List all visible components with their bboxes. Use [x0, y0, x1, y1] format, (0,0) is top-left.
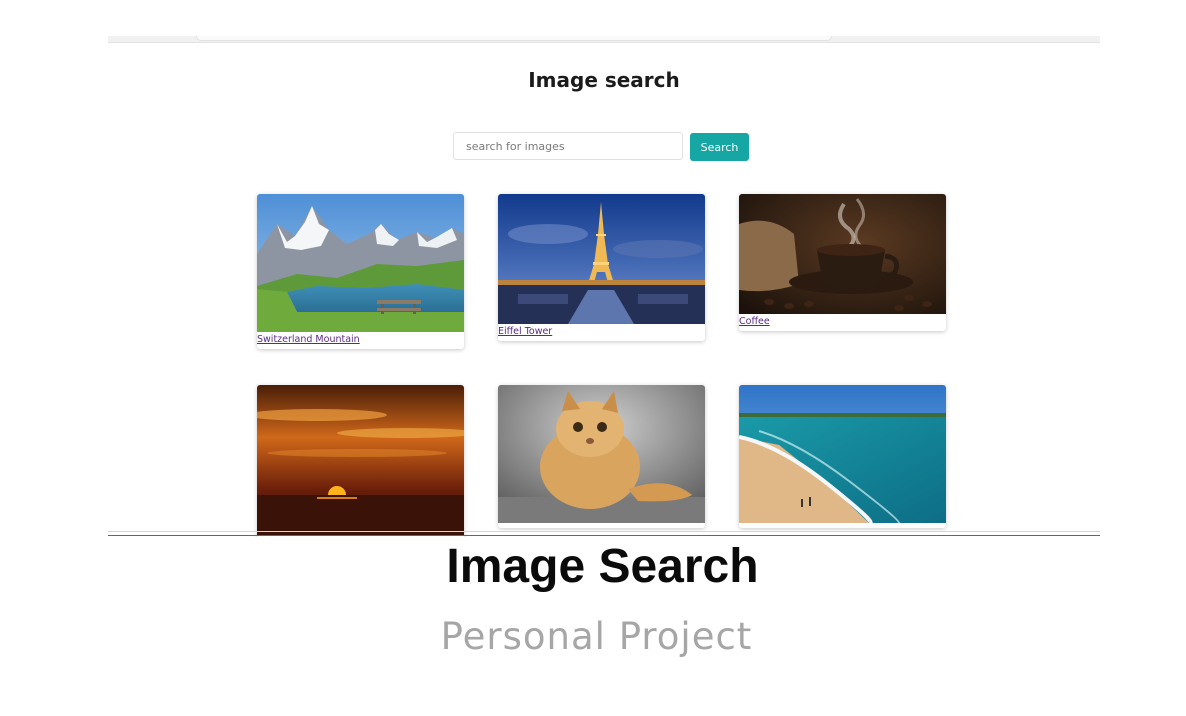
eiffel-tower-image[interactable] — [498, 194, 705, 324]
result-link[interactable] — [498, 523, 705, 528]
result-card[interactable]: Coffee — [739, 194, 946, 331]
result-link[interactable]: Switzerland Mountain — [257, 332, 464, 349]
coffee-cup-image[interactable] — [739, 194, 946, 314]
result-link[interactable]: Eiffel Tower — [498, 324, 705, 341]
beach-coastline-image[interactable] — [739, 385, 946, 523]
persian-cat-image[interactable] — [498, 385, 705, 523]
result-link[interactable] — [739, 523, 946, 528]
screenshot-frame: Image search Search — [108, 0, 1100, 537]
result-card[interactable]: Eiffel Tower — [498, 194, 705, 341]
search-button[interactable]: Search — [690, 133, 749, 161]
result-card[interactable]: Switzerland Mountain — [257, 194, 464, 349]
project-title: Image Search — [446, 540, 759, 593]
result-card[interactable] — [498, 385, 705, 528]
sunset-over-sea-image[interactable] — [257, 385, 464, 535]
project-subtitle: Personal Project — [440, 615, 753, 658]
page-title: Image search — [528, 68, 680, 92]
address-bar[interactable] — [196, 36, 832, 41]
search-input[interactable] — [453, 132, 683, 160]
result-card[interactable] — [257, 385, 464, 537]
frame-border — [108, 535, 1100, 536]
result-link[interactable]: Coffee — [739, 314, 946, 331]
mountain-lake-image[interactable] — [257, 194, 464, 332]
frame-divider — [108, 531, 1100, 532]
result-card[interactable] — [739, 385, 946, 528]
browser-toolbar-strip — [108, 36, 1100, 43]
